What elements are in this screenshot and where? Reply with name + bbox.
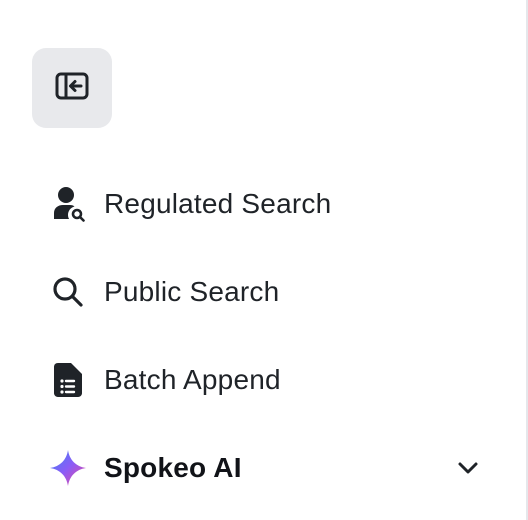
person-search-icon xyxy=(48,184,88,224)
sidebar-item-label: Public Search xyxy=(104,276,280,307)
sidebar-item-batch-append[interactable]: Batch Append xyxy=(48,350,488,410)
collapse-sidebar-icon xyxy=(55,72,89,105)
sidebar-item-label: Regulated Search xyxy=(104,188,332,219)
chevron-down-icon[interactable] xyxy=(448,448,488,488)
document-list-icon xyxy=(48,360,88,400)
sidebar-item-label: Spokeo AI xyxy=(104,452,242,483)
search-icon xyxy=(48,272,88,312)
sidebar-item-spokeo-ai[interactable]: Spokeo AI xyxy=(48,438,488,498)
sidebar-item-regulated-search[interactable]: Regulated Search xyxy=(48,174,488,234)
sparkle-icon xyxy=(48,448,88,488)
sidebar-item-label: Batch Append xyxy=(104,364,281,395)
collapse-sidebar-button[interactable] xyxy=(32,48,112,128)
sidebar: Regulated Search Public Search Batch App xyxy=(0,0,528,520)
sidebar-item-public-search[interactable]: Public Search xyxy=(48,262,488,322)
